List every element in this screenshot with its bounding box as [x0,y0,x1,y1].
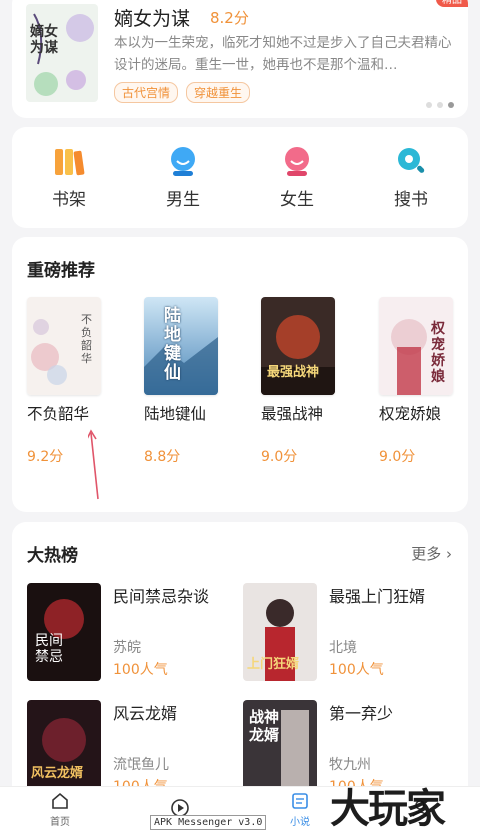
category-male[interactable]: 男生 [133,145,233,210]
carousel-dot [426,102,432,108]
category-label: 男生 [166,190,200,210]
recommend-book[interactable]: 最强战神 最强战神 9.0分 [261,297,335,466]
recommend-section: 重磅推荐 不负韶华 不负韶华 9.2分 陆地键仙 陆地键仙 8.8分 最强战神 … [12,237,468,512]
quality-badge: 精品 [436,0,468,7]
featured-description: 本以为一生荣宠，临死才知她不过是步入了自己夫君精心设计的迷局。重生一世，她再也不… [114,35,452,73]
cover-text: 权宠娇娘 [431,321,445,385]
book-author: 苏皖 [113,640,141,656]
category-label: 书架 [52,190,86,210]
book-cover[interactable]: 权宠娇娘 [379,297,453,395]
featured-tag[interactable]: 穿越重生 [186,82,251,103]
book-name[interactable]: 权宠娇娘 [379,402,453,424]
home-icon [52,792,68,809]
book-name[interactable]: 陆地键仙 [144,402,218,424]
book-score: 9.0分 [261,449,298,465]
hot-book[interactable]: 风云龙婿 风云龙婿 流氓鱼儿 100人气 [27,700,237,798]
cover-text: 不负韶华 [81,313,92,365]
featured-book-cover[interactable]: 嫡女为谋 [26,4,98,102]
tab-label: 小说 [290,816,310,828]
book-cover[interactable]: 战神龙婿 [243,700,317,798]
cover-text: 陆地键仙 [164,306,181,383]
cover-text: 战神龙婿 [249,708,280,744]
app-tooltip: APK Messenger v3.0 [150,815,267,830]
category-bookshelf[interactable]: 书架 [19,145,119,210]
carousel-indicator [426,102,454,108]
book-popularity: 100人气 [113,662,168,678]
book-cover[interactable]: 不负韶华 [27,297,101,395]
featured-score: 8.2分 [210,9,249,27]
female-icon [285,147,309,176]
book-name[interactable]: 不负韶华 [27,402,101,424]
featured-title[interactable]: 嫡女为谋 [114,4,190,31]
bookshelf-icon [55,149,85,176]
more-link[interactable]: 更多 › [411,543,452,564]
cover-text: 风云龙婿 [31,766,84,781]
book-name[interactable]: 风云龙婿 [113,700,177,724]
featured-cover-text: 嫡女为谋 [30,24,58,56]
watermark: 大玩家 [330,785,446,831]
carousel-dot [437,102,443,108]
book-author: 流氓鱼儿 [113,757,169,773]
male-icon [171,147,195,176]
book-cover[interactable]: 陆地键仙 [144,297,218,395]
book-name[interactable]: 最强上门狂婿 [329,583,425,607]
hot-book[interactable]: 上门狂婿 最强上门狂婿 北境 100人气 [243,583,453,681]
tab-label: 首页 [50,816,70,828]
book-name[interactable]: 第一弃少 [329,700,393,724]
book-icon [292,792,308,809]
annotation-arrow-icon [88,429,99,500]
hot-book[interactable]: 民间禁忌 民间禁忌杂谈 苏皖 100人气 [27,583,237,681]
category-search[interactable]: 搜书 [361,145,461,210]
book-cover[interactable]: 风云龙婿 [27,700,101,798]
cover-text: 民间禁忌 [35,633,63,665]
tab-home[interactable]: 首页 [0,787,120,831]
cover-text: 最强战神 [267,365,320,380]
category-label: 搜书 [394,190,428,210]
book-cover[interactable]: 上门狂婿 [243,583,317,681]
recommend-book[interactable]: 权宠娇娘 权宠娇娘 9.0分 [379,297,453,466]
book-author: 北境 [329,640,357,656]
cover-text: 上门狂婿 [247,657,300,672]
book-cover[interactable]: 最强战神 [261,297,335,395]
category-label: 女生 [280,190,314,210]
section-title: 大热榜 [27,546,78,566]
book-author: 牧九州 [329,757,371,773]
category-nav: 书架 男生 女生 搜书 [12,127,468,228]
category-female[interactable]: 女生 [247,145,347,210]
book-name[interactable]: 最强战神 [261,402,335,424]
featured-banner[interactable]: 嫡女为谋 嫡女为谋 8.2分 本以为一生荣宠，临死才知她不过是步入了自己夫君精心… [12,0,468,118]
carousel-dot-active [448,102,454,108]
book-popularity: 100人气 [329,662,384,678]
section-title: 重磅推荐 [27,261,95,281]
book-name[interactable]: 民间禁忌杂谈 [113,583,209,607]
recommend-book[interactable]: 陆地键仙 陆地键仙 8.8分 [144,297,218,466]
search-icon [398,148,425,173]
featured-tag[interactable]: 古代宫情 [114,82,179,103]
book-score: 9.0分 [379,449,416,465]
book-score: 8.8分 [144,449,181,465]
book-cover[interactable]: 民间禁忌 [27,583,101,681]
